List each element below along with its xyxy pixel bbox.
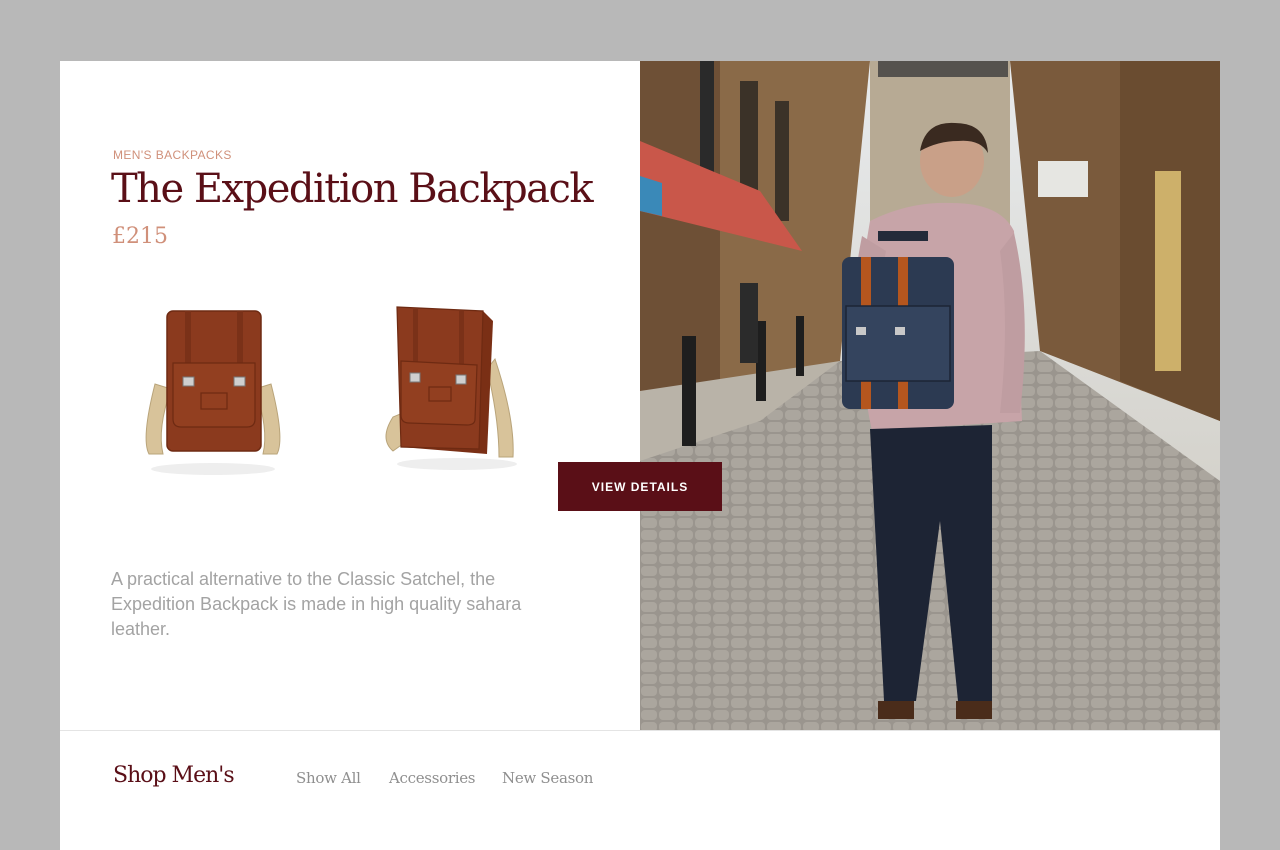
backpack-front-image[interactable] — [133, 289, 293, 479]
product-description: A practical alternative to the Classic S… — [111, 569, 522, 639]
nav-accessories[interactable]: Accessories — [389, 769, 475, 787]
product-info: MEN'S BACKPACKS The Expedition Backpack … — [60, 61, 640, 730]
backpack-angle-image[interactable] — [375, 289, 535, 479]
view-details-button[interactable]: VIEW DETAILS — [558, 462, 722, 511]
product-card: MEN'S BACKPACKS The Expedition Backpack … — [60, 61, 1220, 850]
product-title: The Expedition Backpack — [111, 166, 594, 212]
nav-show-all[interactable]: Show All — [296, 769, 361, 787]
product-price: £215 — [112, 224, 168, 249]
product-category[interactable]: MEN'S BACKPACKS — [113, 148, 232, 162]
nav-new-season[interactable]: New Season — [502, 769, 593, 787]
shop-mens-title[interactable]: Shop Men's — [113, 763, 235, 788]
lifestyle-photo — [640, 61, 1220, 730]
divider — [60, 730, 1220, 731]
